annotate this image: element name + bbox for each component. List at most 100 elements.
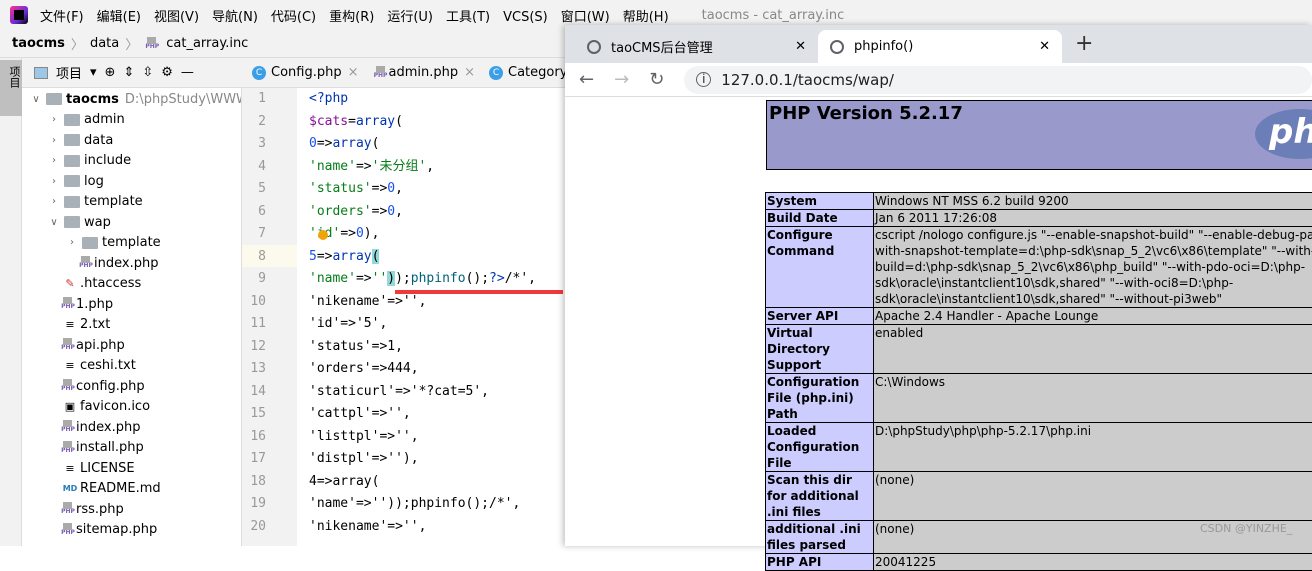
tree-item[interactable]: ▣favicon.ico [48,397,150,417]
menu-item[interactable]: 窗口(W) [561,10,610,25]
line-number: 5 [242,178,266,200]
tree-item[interactable]: ›template [48,192,143,212]
editor-tab[interactable]: CConfig.php× [252,65,359,80]
code-token: 'name' [309,271,356,286]
info-label: Virtual Directory Support [766,325,874,374]
chevron-right-icon[interactable]: › [48,176,60,187]
browser-tab-active[interactable]: phpinfo() ✕ [818,30,1062,63]
chevron-down-icon[interactable]: ▾ [90,65,97,80]
menu-item[interactable]: VCS(S) [503,10,548,25]
tree-item[interactable]: ›data [48,130,113,150]
tree-item[interactable]: PHP1.php [48,294,113,314]
code-token: 'nikename'=>'', [309,519,426,534]
project-tool-window-button[interactable]: 项目 [0,60,22,116]
url-input[interactable]: i 127.0.0.1/taocms/wap/ [684,66,1312,94]
tree-item[interactable]: ≡ceshi.txt [48,356,136,376]
tree-item-label: log [84,174,104,189]
close-tab-icon[interactable]: × [348,65,359,80]
tree-item[interactable]: PHPindex.php [66,253,158,273]
breadcrumb-item[interactable]: data [90,36,119,51]
tree-item[interactable]: ✎.htaccess [48,274,141,294]
tree-item[interactable]: ∨taocmsD:\phpStudy\WWW\t [30,89,242,109]
line-number: 8 [242,246,266,268]
tree-item[interactable]: PHPrss.php [48,499,124,519]
tree-item[interactable]: PHPindex.php [48,417,140,437]
info-value: Windows NT MSS 6.2 build 9200 [874,193,1312,210]
php-file-icon: PHP [78,256,94,270]
tree-item[interactable]: ≡2.txt [48,315,110,335]
code-token: => [356,271,372,286]
tree-item[interactable]: › log [48,171,104,191]
project-panel-header: 项目 ▾ ⊕ ⇕ ⇳ ⚙ — [22,58,242,88]
menu-item[interactable]: 导航(N) [212,10,258,25]
chevron-right-icon[interactable]: › [48,135,60,146]
collapse-all-icon[interactable]: ⇳ [142,65,153,80]
close-tab-icon[interactable]: ✕ [1039,39,1050,54]
code-token: 0 [356,226,364,241]
editor-tab-label: admin.php [389,65,459,80]
editor-tab[interactable]: PHPadmin.php× [373,65,476,80]
code-editor[interactable]: <?php$cats=array(0=>array('name'=>'未分组',… [297,88,565,546]
tree-item[interactable]: PHPinstall.php [48,438,144,458]
locate-icon[interactable]: ⊕ [105,65,116,80]
menu-item[interactable]: 文件(F) [40,10,84,25]
chevron-right-icon[interactable]: › [48,196,60,207]
code-token: ?> [489,271,505,286]
new-tab-button[interactable]: + [1075,31,1093,56]
forward-icon[interactable]: → [614,69,629,90]
menu-item[interactable]: 运行(U) [387,10,433,25]
code-token: '未分组' [372,159,427,174]
code-line: 4=>array( [309,471,379,493]
tree-item[interactable]: PHPapi.php [48,335,125,355]
gear-icon[interactable]: ⚙ [161,65,173,80]
code-token: array [332,136,371,151]
info-label: Configuration File (php.ini) Path [766,374,874,423]
left-tool-strip: 项目 [0,58,22,546]
chevron-right-icon[interactable]: › [66,237,78,248]
minimize-icon[interactable]: — [181,65,194,80]
line-number: 1 [242,88,266,110]
phpstorm-logo-icon [10,6,28,24]
folder-icon [64,155,80,167]
info-icon[interactable]: i [696,72,711,87]
md-file-icon: MD [62,484,78,493]
chevron-right-icon[interactable]: › [48,155,60,166]
tree-item[interactable]: ≡LICENSE [48,458,135,478]
tree-item[interactable]: MDREADME.md [48,479,161,499]
tree-item[interactable]: PHPconfig.php [48,376,145,396]
expand-all-icon[interactable]: ⇕ [123,65,134,80]
tree-item[interactable]: PHPsitemap.php [48,520,157,540]
chevron-down-icon[interactable]: ∨ [48,217,60,228]
menu-item[interactable]: 帮助(H) [623,10,669,25]
chevron-right-icon[interactable]: › [48,114,60,125]
window-title: taocms - cat_array.inc [702,8,845,23]
menu-item[interactable]: 编辑(E) [97,10,141,25]
project-view-selector[interactable]: 项目 [56,63,82,82]
close-tab-icon[interactable]: × [464,65,475,80]
back-icon[interactable]: ← [579,69,594,90]
lightbulb-icon[interactable] [318,230,328,240]
code-token: 'nikename'=>'', [309,294,426,309]
breadcrumb-item[interactable]: taocms [12,36,65,51]
code-token: 'status' [309,181,372,196]
tree-item[interactable]: ›template [66,233,161,253]
info-value: Jan 6 2011 17:26:08 [874,210,1312,227]
tree-item[interactable]: ›include [48,151,131,171]
menu-item[interactable]: 代码(C) [271,10,316,25]
tree-item[interactable]: ›admin [48,110,125,130]
chevron-down-icon[interactable]: ∨ [30,94,42,105]
menu-item[interactable]: 重构(R) [329,10,374,25]
close-tab-icon[interactable]: ✕ [795,39,806,54]
reload-icon[interactable]: ↻ [649,69,664,90]
browser-tab[interactable]: taoCMS后台管理 ✕ [575,30,818,63]
php-file-icon: PHP [60,502,76,516]
breadcrumb-item[interactable]: cat_array.inc [166,36,248,51]
tree-item[interactable]: ∨wap [48,212,111,232]
info-label: System [766,193,874,210]
editor-tab[interactable]: CCategory.p [489,65,565,80]
code-line: 'distpl'=>''), [309,448,419,470]
code-token: , [426,159,434,174]
menu-item[interactable]: 工具(T) [446,10,490,25]
menu-item[interactable]: 视图(V) [154,10,199,25]
code-token: 5 [309,249,317,264]
